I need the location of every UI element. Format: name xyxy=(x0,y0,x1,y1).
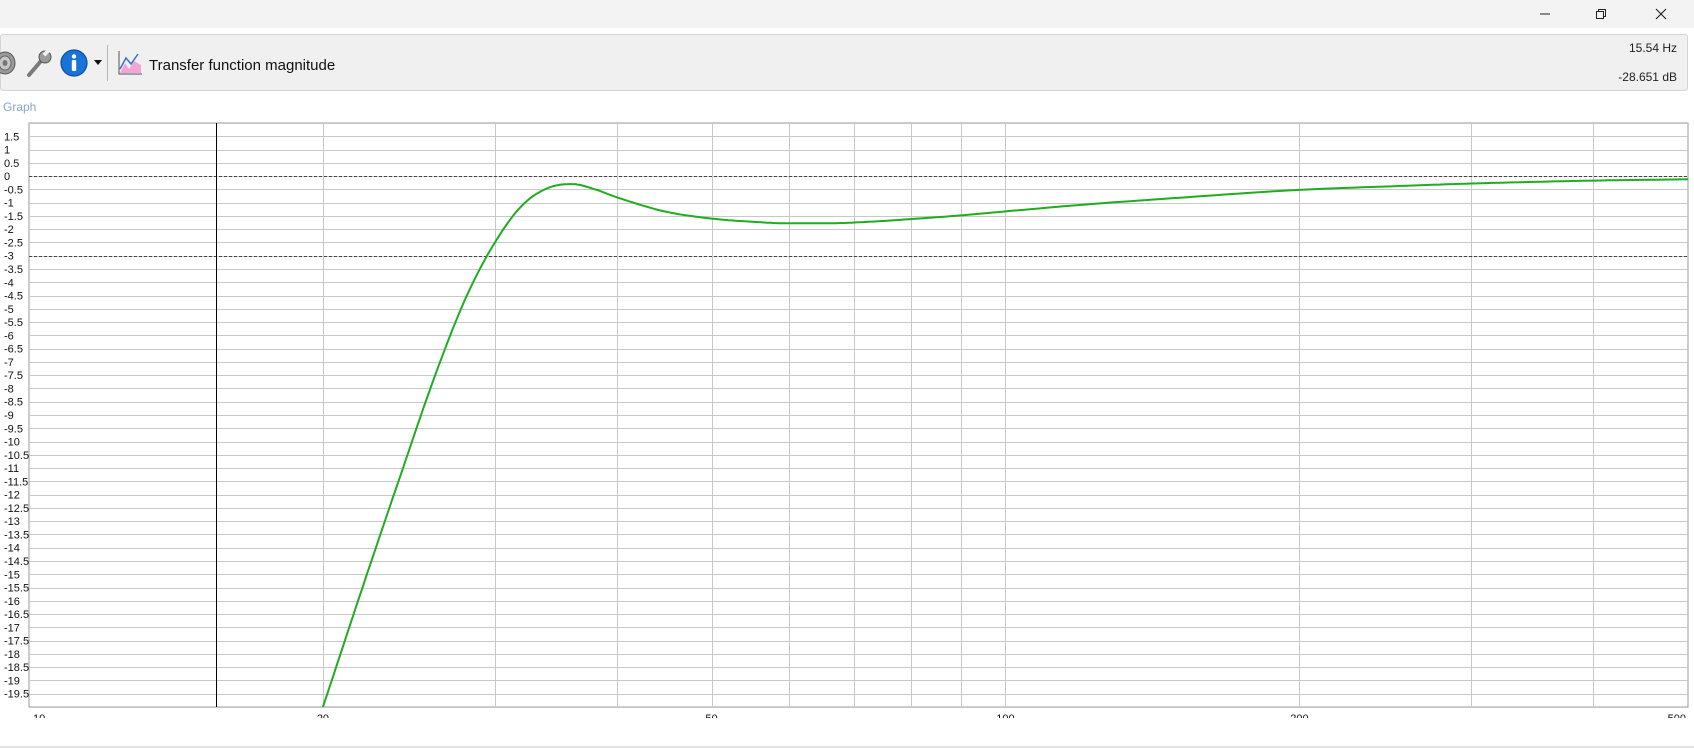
x-tick-label: 500 xyxy=(1668,713,1686,718)
cursor-level-readout: -28.651 dB xyxy=(1618,70,1677,84)
y-tick-label: -7 xyxy=(4,357,14,369)
restore-icon xyxy=(1596,9,1606,19)
y-tick-label: 1 xyxy=(4,145,10,157)
y-tick-label: -1.5 xyxy=(4,211,23,223)
transfer-function-graph[interactable]: 1.5 10.50-0.5 -1-1.5-2-2.5 -3-3.5-4 -4.5-5-5… xyxy=(0,118,1694,718)
settings-button[interactable] xyxy=(23,45,55,81)
graph-type-button[interactable] xyxy=(115,45,145,81)
y-tick-label: 0.5 xyxy=(4,158,19,170)
graph-icon xyxy=(118,51,142,75)
x-tick-label: 20 xyxy=(317,713,329,718)
y-tick-label: -2.5 xyxy=(4,237,23,249)
wrench-icon xyxy=(27,49,52,77)
y-tick-label: -5 xyxy=(4,304,14,316)
y-tick-label: -19 xyxy=(4,675,20,687)
speaker-button[interactable] xyxy=(0,45,19,81)
toolbar-separator xyxy=(107,45,108,81)
y-tick-label: -11.5 xyxy=(4,476,28,488)
y-tick-label: -3.5 xyxy=(4,264,23,276)
y-tick-label: -12 xyxy=(4,490,20,502)
minimize-icon xyxy=(1540,13,1550,15)
y-tick-label: -8 xyxy=(4,383,14,395)
y-tick-label: -18.5 xyxy=(4,662,29,674)
window-titlebar xyxy=(0,0,1694,28)
y-tick-label: -4 xyxy=(4,277,14,289)
y-tick-label: -7.5 xyxy=(4,370,23,382)
graph-section-label: Graph xyxy=(3,100,37,114)
y-tick-label: -9 xyxy=(4,410,14,422)
close-icon xyxy=(1655,8,1667,20)
y-tick-label: -8.5 xyxy=(4,397,23,409)
y-tick-label: -17.5 xyxy=(4,636,29,648)
speaker-icon xyxy=(0,51,16,75)
graph-toolbar: Transfer function magnitude 15.54 Hz -28… xyxy=(0,34,1688,91)
cursor-frequency-readout: 15.54 Hz xyxy=(1628,41,1677,55)
y-tick-label: -6 xyxy=(4,330,14,342)
y-tick-label: -4.5 xyxy=(4,291,23,303)
y-tick-label: -15.5 xyxy=(4,583,29,595)
x-axis-ticks: 10 20 50 100 200 500 xyxy=(33,713,1686,718)
y-tick-label: -12.5 xyxy=(4,503,29,515)
y-tick-label: -9.5 xyxy=(4,423,23,435)
minimize-button[interactable] xyxy=(1522,0,1568,28)
y-tick-label: -6.5 xyxy=(4,344,23,356)
y-tick-label: -1 xyxy=(4,198,14,210)
y-tick-label: -0.5 xyxy=(4,184,23,196)
y-tick-label: -14.5 xyxy=(4,556,29,568)
y-tick-label: -14 xyxy=(4,543,20,555)
grid xyxy=(28,122,1689,708)
x-tick-label: 10 xyxy=(33,713,45,718)
y-tick-label: -13.5 xyxy=(4,529,29,541)
y-tick-label: -15 xyxy=(4,569,20,581)
restore-button[interactable] xyxy=(1578,0,1624,28)
y-tick-label: -3 xyxy=(4,251,14,263)
y-tick-label: -16 xyxy=(4,596,20,608)
y-axis-ticks: 1.5 10.50-0.5 -1-1.5-2-2.5 -3-3.5-4 -4.5-5-5… xyxy=(4,131,29,700)
x-tick-label: 50 xyxy=(705,713,717,718)
y-tick-label: -16.5 xyxy=(4,609,29,621)
y-tick-label: -13 xyxy=(4,516,20,528)
y-tick-label: -10 xyxy=(4,437,20,449)
dropdown-arrow-icon xyxy=(94,60,102,65)
graph-title: Transfer function magnitude xyxy=(149,57,336,74)
y-tick-label: 0 xyxy=(4,171,10,183)
y-tick-label: -11 xyxy=(4,463,19,475)
x-tick-label: 100 xyxy=(996,713,1014,718)
y-tick-label: -10.5 xyxy=(4,450,29,462)
y-tick-label: 1.5 xyxy=(4,131,19,143)
info-button[interactable] xyxy=(59,45,89,81)
y-tick-label: -19.5 xyxy=(4,689,29,701)
y-tick-label: -2 xyxy=(4,224,14,236)
info-dropdown-button[interactable] xyxy=(91,45,105,81)
y-tick-label: -5.5 xyxy=(4,317,23,329)
y-tick-label: -17 xyxy=(4,622,20,634)
y-tick-label: -18 xyxy=(4,649,20,661)
x-tick-label: 200 xyxy=(1290,713,1308,718)
close-button[interactable] xyxy=(1638,0,1684,28)
info-icon xyxy=(60,49,88,77)
